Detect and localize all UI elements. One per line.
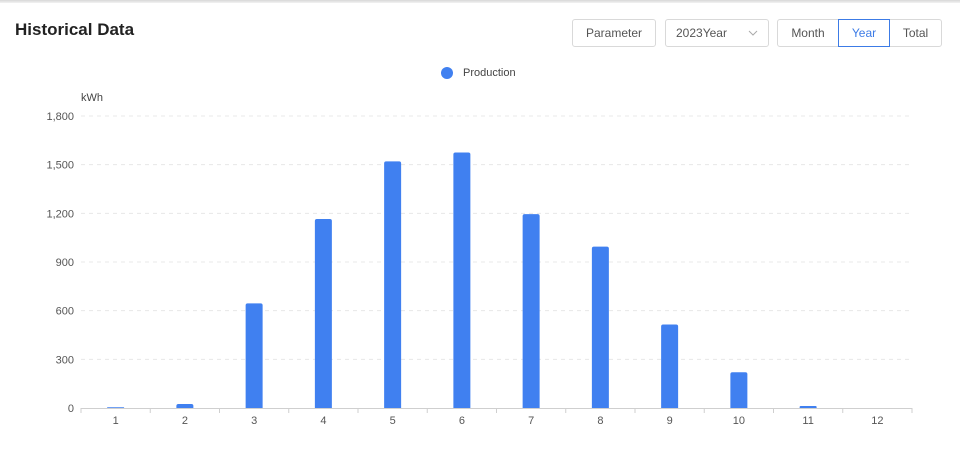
- bar-month-5: [384, 161, 402, 408]
- x-tick-label: 8: [597, 415, 603, 427]
- tab-year[interactable]: Year: [838, 19, 890, 47]
- x-tick-label: 1: [113, 415, 119, 427]
- bar-month-3: [245, 303, 263, 408]
- bar-month-10: [730, 372, 748, 408]
- bar-month-11: [799, 406, 817, 408]
- bar-month-2: [176, 403, 194, 408]
- x-tick-label: 6: [459, 415, 465, 427]
- production-bar-chart: 03006009001,2001,5001,8001 2 3 4 5 6 7 8 9 10 11 12: [46, 111, 913, 427]
- x-tick-label: 3: [251, 415, 257, 427]
- y-tick-label: 900: [56, 257, 74, 269]
- x-tick-label: 2: [182, 415, 188, 427]
- bar-month-6: [453, 152, 471, 408]
- y-tick-label: 0: [68, 403, 74, 415]
- bar-month-4: [314, 219, 332, 408]
- y-tick-label: 300: [56, 354, 74, 366]
- y-tick-label: 600: [56, 306, 74, 318]
- x-tick-label: 12: [871, 415, 883, 427]
- y-tick-label: 1,200: [46, 208, 74, 220]
- y-tick-label: 1,500: [46, 160, 74, 172]
- x-tick-label: 7: [528, 415, 534, 427]
- x-tick-label: 11: [802, 415, 813, 427]
- x-tick-label: 4: [320, 415, 326, 427]
- bar-month-8: [591, 246, 609, 408]
- y-tick-label: 1,800: [46, 111, 74, 123]
- x-tick-label: 10: [733, 415, 745, 427]
- x-tick-label: 9: [667, 415, 673, 427]
- bar-month-1: [107, 407, 125, 408]
- bar-month-7: [522, 214, 540, 408]
- x-tick-label: 5: [390, 415, 396, 427]
- bar-month-9: [661, 324, 679, 408]
